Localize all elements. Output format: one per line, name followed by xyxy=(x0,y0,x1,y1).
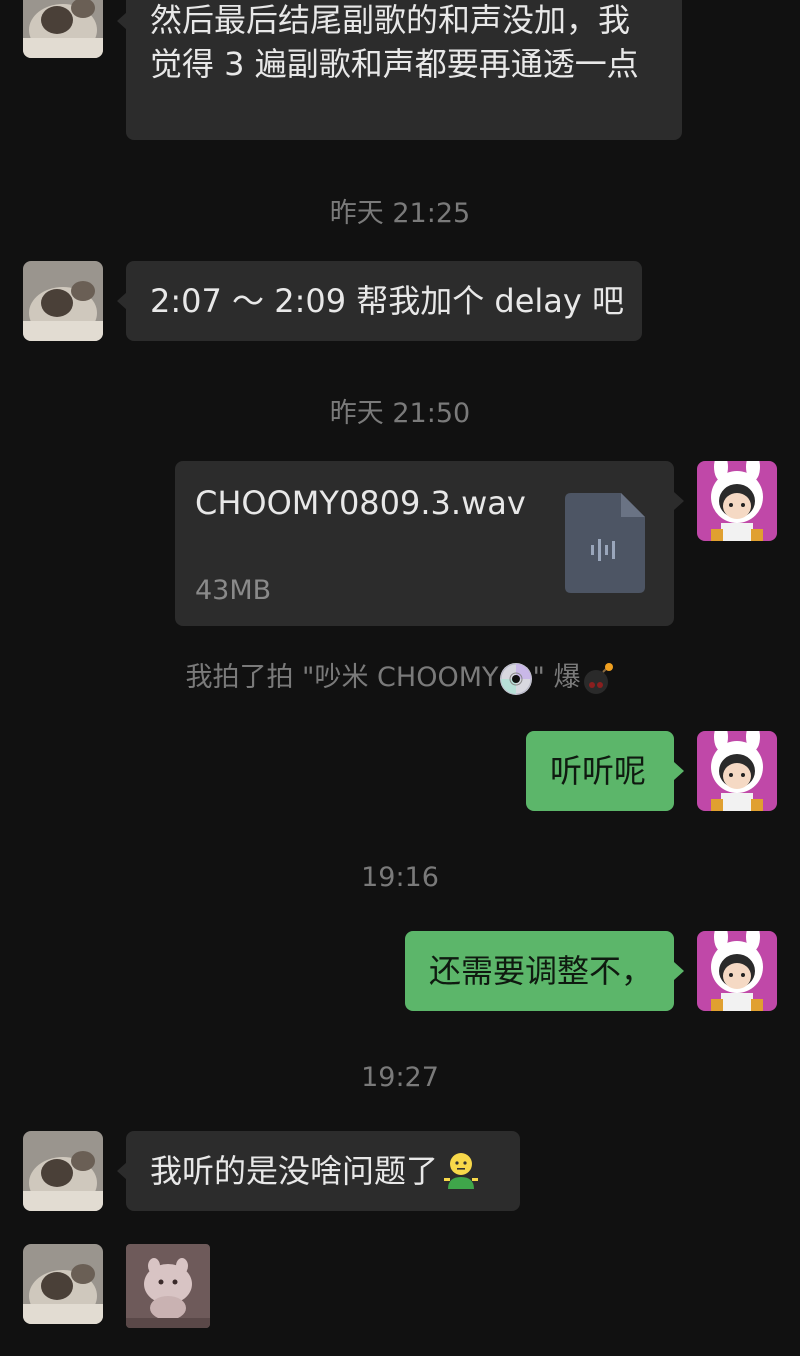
bunny-hood-girl-avatar-icon xyxy=(697,931,777,1011)
timestamp: 19:16 xyxy=(361,862,439,893)
message-bubble-incoming[interactable]: 然后最后结尾副歌的和声没加，我觉得 3 遍副歌和声都要再通透一点 xyxy=(126,0,682,140)
audio-file-icon xyxy=(565,493,645,593)
bunny-hood-girl-avatar-icon xyxy=(697,461,777,541)
contact-avatar[interactable] xyxy=(23,261,103,341)
message-text: 听听呢 xyxy=(550,752,647,790)
message-bubble-incoming[interactable]: 2:07 ～ 2:09 帮我加个 delay 吧 xyxy=(126,261,642,341)
timestamp: 昨天 21:50 xyxy=(329,398,471,429)
message-text: 还需要调整不， xyxy=(429,952,654,990)
contact-avatar[interactable] xyxy=(23,1131,103,1211)
cat-avatar-icon xyxy=(23,261,103,341)
my-avatar[interactable] xyxy=(697,461,777,541)
bomb-icon xyxy=(583,662,613,694)
pat-notification: 我拍了拍 "吵米 CHOOMY " 爆 xyxy=(0,655,800,696)
pat-text-prefix: 我拍了拍 "吵米 CHOOMY xyxy=(185,662,499,693)
sticker-message[interactable] xyxy=(126,1244,210,1328)
file-size: 43MB xyxy=(195,575,272,606)
file-name: CHOOMY0809.3.wav xyxy=(195,484,526,522)
bubble-tail xyxy=(674,492,684,510)
file-message-card[interactable]: CHOOMY0809.3.wav 43MB xyxy=(175,461,674,626)
pat-text-suffix: " 爆 xyxy=(532,662,581,693)
cat-avatar-icon xyxy=(23,1244,103,1324)
cat-sticker-icon xyxy=(126,1244,210,1328)
cat-avatar-icon xyxy=(23,1131,103,1211)
timestamp: 昨天 21:25 xyxy=(329,198,471,229)
bubble-tail xyxy=(674,762,684,780)
message-text: 然后最后结尾副歌的和声没加，我觉得 3 遍副歌和声都要再通透一点 xyxy=(150,1,639,83)
message-bubble-incoming[interactable]: 我听的是没啥问题了 xyxy=(126,1131,520,1211)
bubble-tail xyxy=(674,962,684,980)
contact-avatar[interactable] xyxy=(23,0,103,58)
contact-avatar[interactable] xyxy=(23,1244,103,1324)
timestamp: 19:27 xyxy=(361,1062,439,1093)
cat-avatar-icon xyxy=(23,0,103,58)
message-bubble-outgoing[interactable]: 还需要调整不， xyxy=(405,931,674,1011)
my-avatar[interactable] xyxy=(697,731,777,811)
cd-icon xyxy=(499,662,532,695)
bunny-hood-girl-avatar-icon xyxy=(697,731,777,811)
my-avatar[interactable] xyxy=(697,931,777,1011)
message-text: 我听的是没啥问题了 xyxy=(150,1152,439,1190)
message-bubble-outgoing[interactable]: 听听呢 xyxy=(526,731,674,811)
person-shrug-emoji-icon xyxy=(444,1153,479,1189)
message-text: 2:07 ～ 2:09 帮我加个 delay 吧 xyxy=(150,282,625,320)
